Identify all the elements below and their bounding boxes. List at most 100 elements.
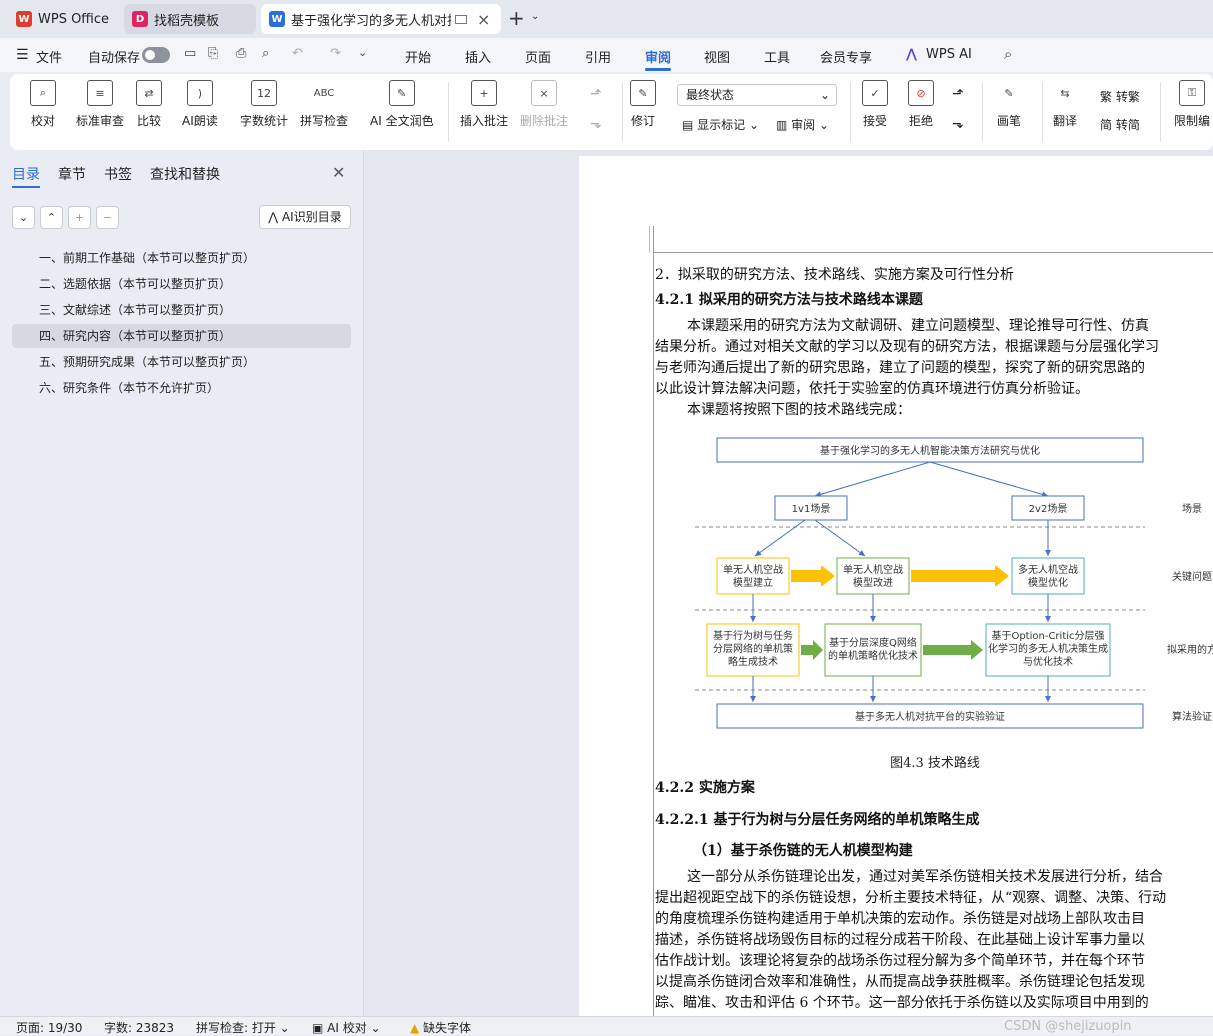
show-markup-button[interactable]: ▤ 显示标记 ⌄	[682, 116, 759, 133]
document-page[interactable]: 2．拟采取的研究方法、技术路线、实施方案及可行性分析 4.2.1 拟采用的研究方…	[579, 156, 1213, 1016]
toc-item[interactable]: 五、预期研究成果（本节可以整页扩页）	[12, 350, 351, 374]
autosave-toggle[interactable]	[142, 47, 170, 63]
quick-access-chevron-icon[interactable]: ⌄	[358, 46, 367, 59]
menu-tab-start[interactable]: 开始	[405, 47, 431, 66]
divider	[982, 82, 983, 142]
remove-level-button[interactable]: −	[96, 206, 119, 229]
flow-method2-text: 的单机策略优化技术	[828, 649, 918, 662]
tab-label: 基于强化学习的多无人机对抗	[291, 13, 451, 29]
ai-polish-button[interactable]: ✎ AI 全文润色	[370, 80, 434, 129]
ai-polish-icon: ✎	[388, 80, 415, 106]
proofread-button[interactable]: ⌕ 校对	[30, 80, 56, 129]
close-tab-icon[interactable]: ×	[477, 10, 490, 29]
menu-tab-tools[interactable]: 工具	[764, 47, 790, 66]
menu-tab-page[interactable]: 页面	[525, 47, 551, 66]
insert-comment-icon: +	[471, 80, 497, 106]
sidebar-tab-toc[interactable]: 目录	[12, 164, 40, 184]
divider	[850, 82, 851, 142]
sidebar-tab-find-replace[interactable]: 查找和替换	[150, 164, 220, 184]
ai-toc-button[interactable]: ⋀ AI识别目录	[259, 205, 351, 229]
paragraph-line: 这一部分从杀伤链理论出发，通过对美军杀伤链相关技术发展进行分析，结合	[687, 869, 1163, 885]
print-icon[interactable]: ⎙	[236, 46, 246, 61]
spell-check-button[interactable]: ABC 拼写检查	[300, 80, 348, 129]
tab-current-document[interactable]: W 基于强化学习的多无人机对抗 ×	[261, 4, 501, 34]
accept-button[interactable]: ✓ 接受	[862, 80, 888, 129]
page-indicator[interactable]: 页面: 19/30	[16, 1019, 82, 1036]
word-count-button[interactable]: 12 字数统计	[240, 80, 288, 129]
sidebar-tab-bookmark[interactable]: 书签	[104, 164, 132, 184]
undo-icon[interactable]: ↶	[292, 46, 303, 61]
toc-item[interactable]: 一、前期工作基础（本节可以整页扩页）	[12, 246, 351, 270]
tab-list-chevron-icon[interactable]: ⌄	[531, 11, 539, 22]
toc-item[interactable]: 二、选题依据（本节可以整页扩页）	[12, 272, 351, 296]
track-changes-button[interactable]: ✎ 修订	[630, 80, 656, 129]
section-title: 2．拟采取的研究方法、技术路线、实施方案及可行性分析	[655, 267, 1014, 283]
close-pane-icon[interactable]: ✕	[332, 163, 345, 182]
compare-icon: ⇄	[136, 80, 162, 106]
save-icon[interactable]: ▭	[184, 46, 196, 61]
paragraph-line: 描述，杀伤链将战场毁伤目标的过程分成若干阶段、在此基础上设计军事力量以	[655, 932, 1145, 948]
wps-ai-button[interactable]: WPS AI	[926, 47, 972, 62]
menu-tab-insert[interactable]: 插入	[465, 47, 491, 66]
flow-key3-text: 模型优化	[1028, 576, 1068, 589]
markup-status-select[interactable]: 最终状态 ⌄	[677, 84, 837, 106]
tab-wps-office[interactable]: W WPS Office	[8, 4, 120, 34]
ai-check-status[interactable]: ▣ AI 校对 ⌄	[312, 1019, 381, 1036]
file-menu[interactable]: 文件	[36, 47, 62, 66]
spell-check-status[interactable]: 拼写检查: 打开 ⌄	[196, 1019, 290, 1036]
search-icon[interactable]: ⌕	[1004, 45, 1012, 63]
ai-read-button[interactable]: ) AI朗读	[182, 80, 218, 129]
track-changes-icon: ✎	[630, 80, 656, 106]
restrict-edit-button[interactable]: ⚿ 限制编	[1174, 80, 1210, 129]
window-icon[interactable]	[455, 14, 467, 24]
new-tab-button[interactable]: +	[508, 6, 525, 30]
toc-item-selected[interactable]: 四、研究内容（本节可以整页扩页）	[12, 324, 351, 348]
word-count-status[interactable]: 字数: 23823	[104, 1019, 174, 1036]
compare-button[interactable]: ⇄ 比较	[136, 80, 162, 129]
to-simplified-button[interactable]: 简 转简	[1100, 116, 1140, 133]
redo-icon[interactable]: ↷	[330, 46, 341, 61]
paragraph-line: 以提高杀伤链闭合效率和准确性，从而提高战争获胜概率。杀伤链理论包括发现	[655, 974, 1145, 990]
reject-button[interactable]: ⊘ 拒绝	[908, 80, 934, 129]
pen-button[interactable]: ✎ 画笔	[996, 80, 1022, 129]
print-preview-icon[interactable]: ⌕	[262, 46, 269, 61]
paragraph-line: 估作战计划。该理论将复杂的战场杀伤过程分解为多个简单环节，并在每个环节	[655, 953, 1145, 969]
menu-tab-view[interactable]: 视图	[704, 47, 730, 66]
translate-button[interactable]: ⇆ 翻译	[1052, 80, 1078, 129]
delete-comment-button[interactable]: × 删除批注	[520, 80, 568, 129]
collapse-up-button[interactable]: ⌃	[40, 206, 63, 229]
export-icon[interactable]: ⎘	[208, 46, 218, 61]
paragraph-line: 本课题将按照下图的技术路线完成：	[687, 402, 911, 418]
missing-font-status[interactable]: ▲ 缺失字体	[410, 1019, 471, 1036]
reject-icon: ⊘	[908, 80, 934, 106]
prev-comment-icon[interactable]: ⬏	[590, 86, 602, 102]
flow-key2-text: 模型改进	[853, 576, 893, 589]
menu-tab-review[interactable]: 审阅	[645, 47, 671, 66]
menu-tab-member[interactable]: 会员专享	[820, 47, 872, 66]
review-pane-button[interactable]: ▥ 审阅 ⌄	[776, 116, 829, 133]
prev-change-icon[interactable]: ⬏	[952, 86, 964, 102]
toc-item[interactable]: 六、研究条件（本节不允许扩页）	[12, 376, 351, 400]
flow-key2-text: 单无人机空战	[843, 563, 903, 576]
sidebar-tab-chapter[interactable]: 章节	[58, 164, 86, 184]
next-change-icon[interactable]: ⬎	[952, 116, 964, 132]
proofread-icon: ⌕	[30, 80, 56, 106]
divider	[448, 82, 449, 142]
active-tab-indicator	[645, 68, 671, 71]
heading-sub-1: （1）基于杀伤链的无人机模型构建	[693, 843, 913, 859]
hamburger-icon[interactable]: ☰	[16, 47, 29, 63]
tab-label: WPS Office	[38, 11, 110, 27]
toc-item[interactable]: 三、文献综述（本节可以整页扩页）	[12, 298, 351, 322]
tab-docer[interactable]: D 找稻壳模板	[124, 4, 256, 34]
next-comment-icon[interactable]: ⬎	[590, 116, 602, 132]
insert-comment-button[interactable]: + 插入批注	[460, 80, 508, 129]
menu-tab-reference[interactable]: 引用	[585, 47, 611, 66]
flow-method3-text: 基于Option-Critic分层强	[991, 629, 1104, 642]
add-level-button[interactable]: +	[68, 206, 91, 229]
flow-method1-text: 基于行为树与任务	[713, 629, 793, 642]
flow-bottom-text: 基于多无人机对抗平台的实验验证	[855, 710, 1005, 723]
expand-down-button[interactable]: ⌄	[12, 206, 35, 229]
standard-review-button[interactable]: ≡ 标准审查	[76, 80, 124, 129]
to-traditional-button[interactable]: 繁 转繁	[1100, 88, 1140, 105]
flow-method3-text: 与优化技术	[1023, 655, 1073, 668]
